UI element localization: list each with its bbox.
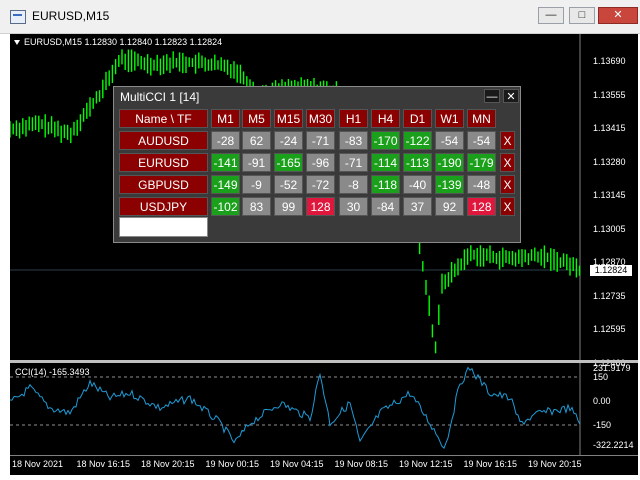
price-tick: 1.13415 (593, 123, 626, 133)
pair-button[interactable]: EURUSD (119, 153, 208, 172)
cci-value-cell[interactable]: -96 (306, 153, 335, 172)
timeframe-header: M1 (211, 109, 240, 128)
cci-value-cell[interactable]: -83 (339, 131, 368, 150)
cci-value-cell[interactable]: 128 (467, 197, 496, 216)
cci-value-cell[interactable]: -9 (242, 175, 271, 194)
cci-value-cell[interactable]: -165 (274, 153, 303, 172)
cci-value-cell[interactable]: 83 (242, 197, 271, 216)
cci-value-cell[interactable]: 99 (274, 197, 303, 216)
price-tick: 1.12595 (593, 324, 626, 334)
dropdown-triangle-icon[interactable] (14, 40, 20, 46)
price-tick: 1.13280 (593, 156, 626, 167)
cci-value-cell[interactable]: -52 (274, 175, 303, 194)
timeframe-header: H1 (339, 109, 368, 128)
cci-value-cell[interactable]: -72 (306, 175, 335, 194)
symbol-label: EURUSD,M15 1.12830 1.12840 1.12823 1.128… (14, 37, 222, 47)
remove-pair-button[interactable]: X (500, 197, 515, 216)
cci-value-cell[interactable]: -71 (339, 153, 368, 172)
cci-indicator-chart[interactable] (10, 363, 638, 455)
cci-value-cell[interactable]: -54 (467, 131, 496, 150)
cci-value-cell[interactable]: -40 (403, 175, 432, 194)
panel-title: MultiCCI 1 [14] (120, 90, 200, 104)
cci-value-cell[interactable]: -179 (467, 153, 496, 172)
header-name-tf: Name \ TF (119, 109, 208, 128)
cci-value-cell[interactable]: -114 (371, 153, 400, 172)
time-tick: 19 Nov 04:15 (270, 459, 324, 469)
current-price-tag: 1.12824 (590, 265, 632, 276)
chart-window-icon (10, 10, 26, 24)
time-tick: 19 Nov 20:15 (528, 459, 582, 469)
symbol-input[interactable] (119, 217, 208, 237)
close-button[interactable]: ✕ (598, 7, 638, 24)
price-tick: 1.12735 (593, 290, 626, 301)
timeframe-header: M15 (274, 109, 303, 128)
cci-line (10, 366, 581, 449)
minimize-button[interactable]: — (538, 7, 564, 24)
cci-value-cell[interactable]: -48 (467, 175, 496, 194)
cci-value-cell[interactable]: -122 (403, 131, 432, 150)
time-tick: 19 Nov 08:15 (334, 459, 389, 469)
window-title: EURUSD,M15 (32, 9, 110, 23)
remove-pair-button[interactable]: X (500, 131, 515, 150)
title-bar: EURUSD,M15 — □ ✕ (0, 0, 640, 34)
cci-value-cell[interactable]: -113 (403, 153, 432, 172)
timeframe-header: D1 (403, 109, 432, 128)
panel-minimize-button[interactable]: — (484, 89, 500, 103)
multicci-panel[interactable]: MultiCCI 1 [14] — ✕ Name \ TF M1 M5 M15 M30 H… (113, 86, 521, 243)
pair-button[interactable]: USDJPY (119, 197, 208, 216)
timeframe-header: MN (467, 109, 496, 128)
cci-value-cell[interactable]: -28 (211, 131, 240, 150)
cci-value-cell[interactable]: -8 (339, 175, 368, 194)
timeframe-header: W1 (435, 109, 464, 128)
time-tick: 18 Nov 16:15 (76, 459, 131, 469)
cci-value-cell[interactable]: 37 (403, 197, 432, 216)
cci-value-cell[interactable]: -141 (211, 153, 240, 172)
cci-value-cell[interactable]: -71 (306, 131, 335, 150)
cci-tick: -322.2214 (593, 440, 634, 450)
cci-value-cell[interactable]: -84 (371, 197, 400, 216)
price-tick: 1.13555 (593, 89, 626, 100)
timeframe-header: H4 (371, 109, 400, 128)
cci-tick: 150 (593, 372, 609, 382)
remove-pair-button[interactable]: X (500, 153, 515, 172)
time-tick: 19 Nov 12:15 (399, 459, 453, 469)
time-tick: 19 Nov 16:15 (463, 459, 518, 469)
timeframe-header: M30 (306, 109, 335, 128)
cci-value-cell[interactable]: -170 (371, 131, 400, 150)
cci-value-cell[interactable]: -149 (211, 175, 240, 194)
cci-value-cell[interactable]: -118 (371, 175, 400, 194)
time-axis: 18 Nov 2021 18 Nov 16:15 18 Nov 20:15 19 No… (10, 455, 638, 475)
cci-value-cell[interactable]: -91 (242, 153, 271, 172)
time-tick: 18 Nov 20:15 (141, 459, 195, 469)
pair-button[interactable]: AUDUSD (119, 131, 208, 150)
cci-value-cell[interactable]: 128 (306, 197, 335, 216)
cci-value-cell[interactable]: -190 (435, 153, 464, 172)
cci-tick: -150 (593, 420, 612, 430)
symbol-info: EURUSD,M15 1.12830 1.12840 1.12823 1.128… (24, 37, 223, 47)
time-tick: 18 Nov 2021 (12, 459, 64, 469)
cci-value-cell[interactable]: -139 (435, 175, 464, 194)
price-tick: 1.13690 (593, 56, 626, 66)
price-tick: 1.13145 (593, 190, 626, 200)
pair-button[interactable]: GBPUSD (119, 175, 208, 194)
timeframe-header: M5 (242, 109, 271, 128)
cci-value-cell[interactable]: 30 (339, 197, 368, 216)
time-tick: 19 Nov 00:15 (205, 459, 260, 469)
panel-close-button[interactable]: ✕ (503, 89, 519, 103)
cci-value-cell[interactable]: -24 (274, 131, 303, 150)
price-tick: 1.13005 (593, 223, 626, 234)
cci-tick: 0.00 (593, 396, 611, 406)
cci-value-cell[interactable]: -54 (435, 131, 464, 150)
cci-value-cell[interactable]: 62 (242, 131, 271, 150)
cci-label: CCI(14) -165.3493 (15, 367, 90, 377)
cci-value-cell[interactable]: -102 (211, 197, 240, 216)
remove-pair-button[interactable]: X (500, 175, 515, 194)
cci-value-cell[interactable]: 92 (435, 197, 464, 216)
maximize-button[interactable]: □ (569, 7, 595, 24)
terminal-window: EURUSD,M15 — □ ✕ EURUSD,M15 1.12830 1.12… (0, 0, 640, 480)
